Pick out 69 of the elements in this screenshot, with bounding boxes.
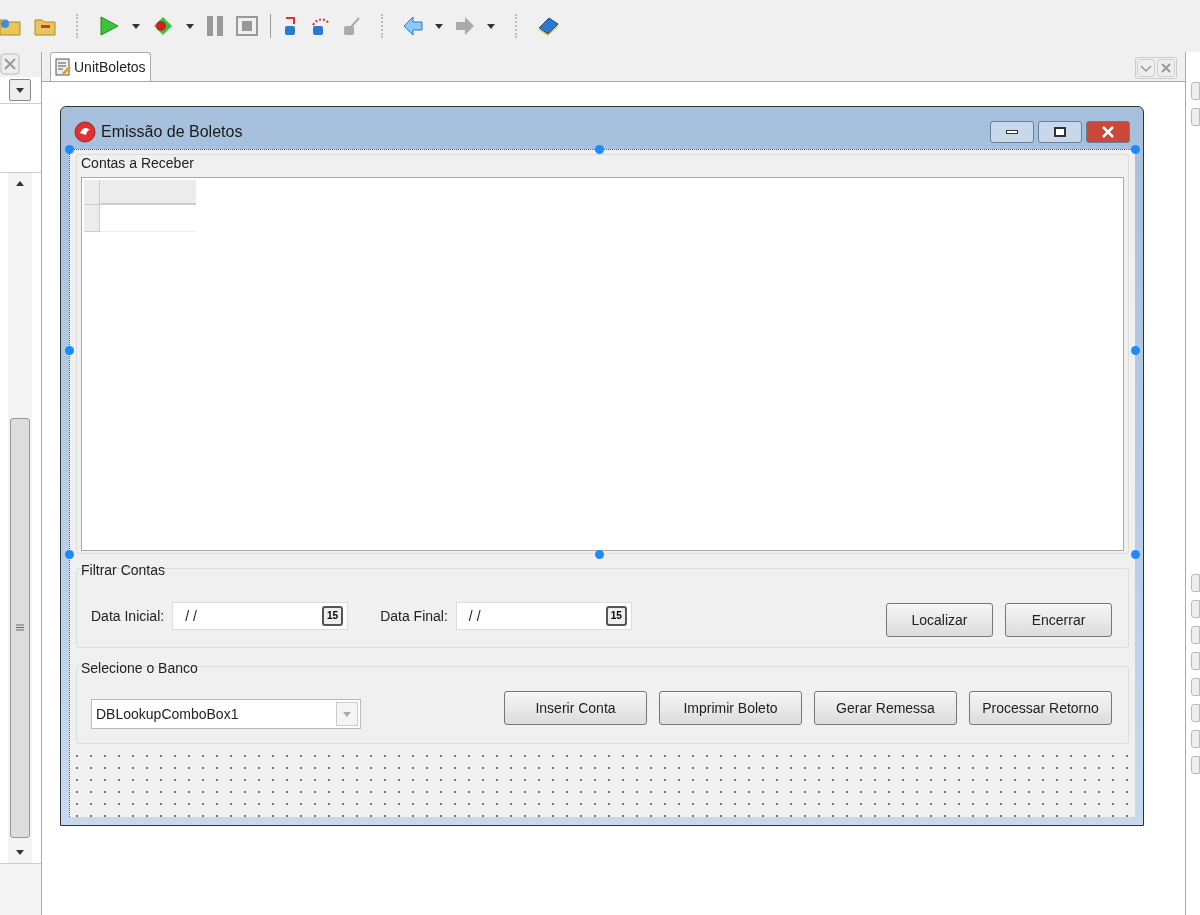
- maximize-button[interactable]: [1038, 120, 1082, 143]
- grid-indicator-cell: [84, 205, 100, 232]
- caret-icon[interactable]: [186, 23, 194, 29]
- form-button[interactable]: Imprimir Boleto: [659, 691, 802, 725]
- selection-handle[interactable]: [1131, 346, 1140, 355]
- selection-handle[interactable]: [595, 145, 604, 154]
- date-field[interactable]: / / 15: [455, 602, 632, 630]
- folder-remove-icon[interactable]: [34, 16, 56, 36]
- panel-toggle-icon[interactable]: [1191, 704, 1200, 722]
- folder-add-icon[interactable]: [0, 16, 22, 36]
- calendar-icon[interactable]: 15: [322, 606, 344, 626]
- caret-icon[interactable]: [132, 23, 140, 29]
- close-button[interactable]: [1086, 120, 1130, 143]
- scrollbar-thumb[interactable]: [10, 418, 30, 838]
- panel-toggle-icon[interactable]: [1191, 108, 1200, 126]
- date-field[interactable]: / / 15: [172, 602, 349, 630]
- group-title: Selecione o Banco: [81, 659, 199, 678]
- panel-toggle-icon[interactable]: [1191, 730, 1200, 748]
- panel-toggle-icon[interactable]: [1191, 626, 1200, 644]
- form-button[interactable]: Localizar: [886, 603, 993, 637]
- panel-toggle-icon[interactable]: [1191, 678, 1200, 696]
- field-label: Data Final:: [380, 606, 448, 626]
- panel-toggle-icon[interactable]: [1191, 756, 1200, 774]
- caret-icon[interactable]: [487, 23, 495, 29]
- form-button[interactable]: Encerrar: [1005, 603, 1112, 637]
- form-button[interactable]: Inserir Conta: [504, 691, 647, 725]
- close-icon: [1102, 125, 1114, 138]
- panel-toggle-icon[interactable]: [1191, 82, 1200, 100]
- dropdown-button[interactable]: [9, 79, 31, 101]
- editor-tab[interactable]: UnitBoletos: [50, 52, 151, 81]
- form-button[interactable]: Processar Retorno: [969, 691, 1112, 725]
- app-logo-icon: [74, 120, 96, 143]
- panel-toggle-icon[interactable]: [1191, 600, 1200, 618]
- step-over-icon[interactable]: [311, 15, 331, 37]
- up-arrow-icon[interactable]: [16, 180, 24, 186]
- caret-icon[interactable]: [16, 87, 24, 93]
- grip-icon: [16, 624, 24, 632]
- selection-handle[interactable]: [65, 346, 74, 355]
- selection-handle[interactable]: [65, 550, 74, 559]
- selection-handle[interactable]: [1131, 550, 1140, 559]
- scrollbar[interactable]: [8, 172, 32, 863]
- caret-icon[interactable]: [435, 23, 443, 29]
- pause-icon[interactable]: [206, 15, 224, 37]
- caret-icon: [343, 711, 351, 717]
- forward-arrow-icon[interactable]: [455, 16, 475, 36]
- back-arrow-icon[interactable]: [403, 16, 423, 36]
- chevron-down-icon[interactable]: [1137, 59, 1155, 77]
- grid-indicator-cell: [84, 180, 100, 205]
- form-title: Emissão de Boletos: [101, 121, 243, 142]
- stop-icon[interactable]: [236, 16, 258, 36]
- run-icon[interactable]: [98, 15, 120, 37]
- group-title: Contas a Receber: [80, 154, 195, 173]
- selection-handle[interactable]: [65, 145, 74, 154]
- calendar-icon[interactable]: 15: [605, 606, 627, 626]
- close-icon[interactable]: [1157, 59, 1175, 77]
- form-button[interactable]: Gerar Remessa: [814, 691, 957, 725]
- bug-icon[interactable]: [152, 15, 174, 37]
- unit-file-icon: [55, 58, 71, 76]
- book-icon[interactable]: [537, 16, 559, 36]
- caret-icon[interactable]: [16, 849, 24, 855]
- group-title: Filtrar Contas: [81, 561, 167, 580]
- step-out-icon[interactable]: [343, 15, 361, 37]
- field-label: Data Inicial:: [91, 606, 165, 626]
- minimize-button[interactable]: [990, 120, 1034, 143]
- bank-combo-box[interactable]: DBLookupComboBox1: [91, 699, 361, 729]
- panel-toggle-icon[interactable]: [1191, 652, 1200, 670]
- selection-handle[interactable]: [1131, 145, 1140, 154]
- panel-toggle-icon[interactable]: [1191, 574, 1200, 592]
- selection-handle[interactable]: [595, 550, 604, 559]
